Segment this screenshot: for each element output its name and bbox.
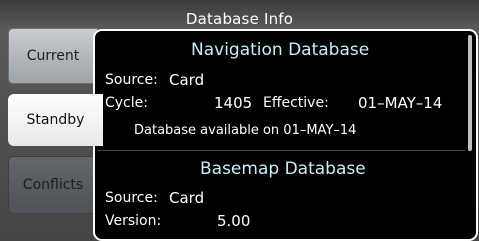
nav-source-value: Card (169, 71, 205, 89)
database-info-panel: Navigation Database Source: Card Cycle: … (93, 29, 478, 241)
tab-conflicts[interactable]: Conflicts (8, 156, 98, 214)
page-title: Database Info (185, 10, 294, 28)
database-availability-text: Database available on 01–MAY–14 (134, 123, 357, 138)
tab-current[interactable]: Current (8, 28, 98, 84)
basemap-version-label: Version: (105, 213, 162, 229)
nav-cycle-value: 1405 (214, 94, 253, 112)
basemap-source-value: Card (169, 189, 205, 207)
navigation-database-heading: Navigation Database (191, 40, 370, 60)
section-divider (97, 150, 465, 151)
basemap-source-label: Source: (105, 190, 158, 206)
basemap-database-heading: Basemap Database (200, 159, 366, 179)
nav-source-label: Source: (105, 72, 158, 88)
nav-effective-label: Effective: (263, 95, 329, 111)
nav-effective-value: 01–MAY–14 (358, 94, 443, 112)
basemap-version-value: 5.00 (217, 212, 251, 230)
database-info-screen: Database Info Current Standby Conflicts … (0, 0, 479, 241)
nav-cycle-label: Cycle: (105, 95, 148, 111)
scrollbar[interactable] (468, 35, 472, 151)
tab-standby[interactable]: Standby (8, 94, 103, 146)
